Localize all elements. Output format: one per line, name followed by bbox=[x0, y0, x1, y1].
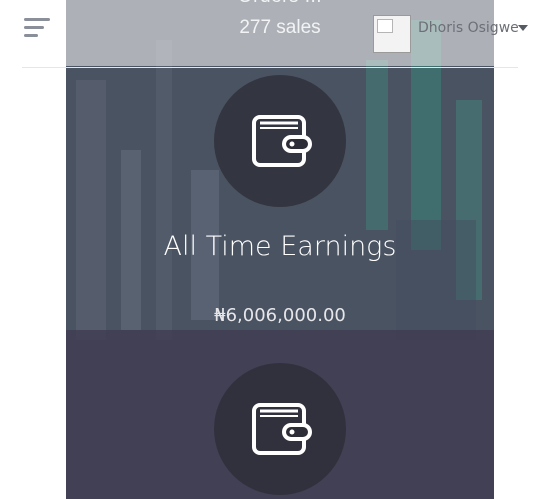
earnings-panel: Orders ... 277 sales All Time Earnings ₦… bbox=[66, 0, 494, 499]
header-divider bbox=[22, 67, 518, 68]
earnings-icon-circle bbox=[214, 75, 346, 207]
all-time-earnings-title: All Time Earnings bbox=[163, 231, 397, 262]
hamburger-icon[interactable] bbox=[24, 17, 52, 39]
previous-stat-title: Orders ... bbox=[66, 0, 494, 8]
wallet-icon bbox=[252, 115, 312, 167]
caret-down-icon[interactable] bbox=[518, 25, 528, 31]
avatar[interactable] bbox=[373, 15, 411, 53]
user-name[interactable]: Dhoris Osigwe bbox=[418, 20, 519, 36]
second-icon-circle bbox=[214, 363, 346, 495]
wallet-icon bbox=[252, 403, 312, 455]
all-time-earnings-amount: ₦6,006,000.00 bbox=[214, 305, 346, 326]
